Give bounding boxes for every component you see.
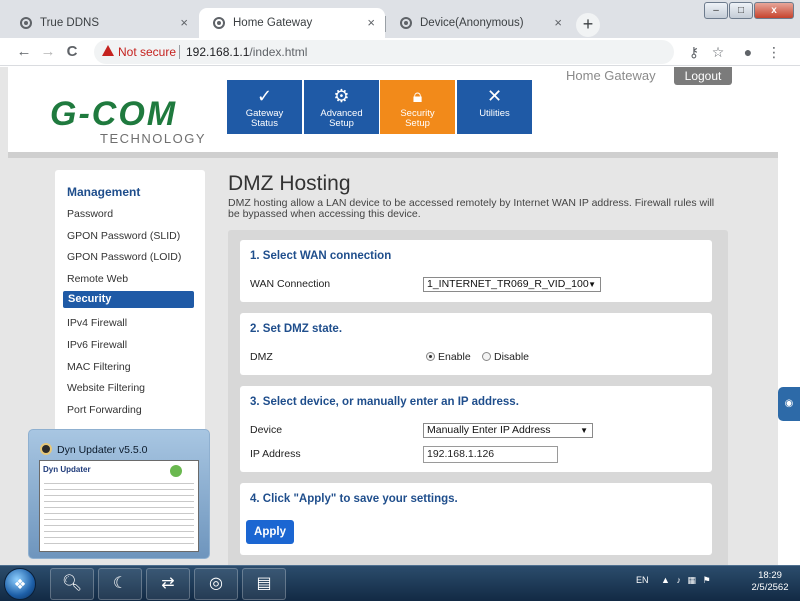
section-title: 3. Select device, or manually enter an I… (250, 396, 519, 408)
nav-advanced-setup[interactable]: ⚙ Advanced Setup (304, 80, 379, 134)
chevron-down-icon: ▼ (588, 280, 596, 289)
dmz-disable-radio[interactable]: Disable (482, 351, 529, 363)
side-widget-tab[interactable]: ◉ (778, 387, 800, 421)
section-title: 2. Set DMZ state. (250, 323, 343, 335)
flag-icon[interactable]: ⚑ (703, 575, 711, 585)
check-circle-icon: ✓ (256, 86, 273, 106)
menu-icon[interactable]: ⋮ (764, 42, 784, 62)
teamviewer-app-icon[interactable]: ⇄ (146, 568, 190, 600)
thumbnail-window: Dyn Updater (39, 460, 199, 552)
radio-unselected-icon (482, 352, 491, 361)
sidebar-item-security[interactable]: Security (63, 291, 194, 308)
sidebar-item-gpon-slid[interactable]: GPON Password (SLID) (67, 230, 180, 242)
thumbnail-title: Dyn Updater v5.5.0 (57, 444, 148, 456)
window-controls: – □ x (703, 2, 794, 20)
sidebar: Management Password GPON Password (SLID)… (55, 170, 205, 470)
maximize-button[interactable]: □ (729, 2, 753, 19)
thumbnail-logo: Dyn Updater (43, 465, 91, 474)
language-indicator[interactable]: EN (636, 575, 649, 585)
browser-toolbar: ← → C Not secure 192.168.1.1/index.html … (0, 38, 800, 66)
start-button[interactable]: ❖ (4, 568, 36, 600)
section-title: 1. Select WAN connection (250, 250, 392, 262)
system-tray: EN ▲ ♪ ▦ ⚑ (636, 575, 711, 586)
sidebar-item-website-filtering[interactable]: Website Filtering (67, 382, 145, 394)
nav-gateway-status[interactable]: ✓ Gateway Status (227, 80, 302, 134)
apply-card: 4. Click "Apply" to save your settings. … (240, 483, 712, 555)
tab-true-ddns[interactable]: True DDNS × (6, 8, 198, 38)
nav-utilities[interactable]: ✕ Utilities (457, 80, 532, 134)
not-secure-label[interactable]: Not secure (118, 45, 176, 59)
sidebar-item-port-forwarding[interactable]: Port Forwarding (67, 404, 142, 416)
globe-icon (20, 17, 32, 29)
app-title: Home Gateway (566, 68, 656, 83)
clock[interactable]: 18:29 2/5/2562 (744, 570, 796, 594)
wan-connection-select[interactable]: 1_INTERNET_TR069_R_VID_100 ▼ (423, 277, 601, 292)
ip-address-label: IP Address (250, 448, 301, 460)
lock-icon: 🔒︎ (412, 86, 423, 106)
address-bar[interactable]: Not secure 192.168.1.1/index.html (94, 40, 674, 64)
tab-home-gateway[interactable]: Home Gateway × (199, 8, 385, 38)
dyn-updater-app-icon[interactable]: ☾ (98, 568, 142, 600)
forward-button[interactable]: → (38, 42, 58, 62)
account-icon[interactable]: ● (738, 42, 758, 62)
nav-security-setup[interactable]: 🔒︎ Security Setup (380, 80, 455, 134)
network-icon[interactable]: ▦ (687, 575, 696, 585)
dmz-label: DMZ (250, 351, 273, 363)
page-title: DMZ Hosting (228, 172, 351, 195)
warning-icon (102, 45, 114, 56)
sidebar-item-gpon-loid[interactable]: GPON Password (LOID) (67, 251, 181, 263)
globe-icon (213, 17, 225, 29)
minimize-button[interactable]: – (704, 2, 728, 19)
logout-button[interactable]: Logout (674, 67, 732, 85)
key-icon[interactable]: ⚷ (684, 42, 704, 62)
tab-strip: True DDNS × Home Gateway × Device(Anonym… (0, 0, 800, 38)
url-text[interactable]: 192.168.1.1/index.html (186, 45, 307, 59)
radio-selected-icon (426, 352, 435, 361)
star-icon[interactable]: ☆ (708, 42, 728, 62)
gear-icon: ⚙ (333, 86, 350, 106)
chevron-down-icon: ▼ (580, 426, 588, 435)
notepad-app-icon[interactable]: ▤ (242, 568, 286, 600)
tab-device-anonymous[interactable]: Device(Anonymous) × (385, 8, 572, 38)
brand-subtitle: TECHNOLOGY (100, 131, 207, 146)
taskbar-thumbnail-preview[interactable]: Dyn Updater v5.5.0 Dyn Updater (28, 429, 210, 559)
apply-button[interactable]: Apply (246, 520, 294, 544)
device-label: Device (250, 424, 283, 436)
sidebar-item-password[interactable]: Password (67, 208, 113, 220)
taskbar: ❖ 🔍︎ ☾ ⇄ ◎ ▤ EN ▲ ♪ ▦ ⚑ 18:29 2/5/2562 (0, 565, 800, 601)
tray-arrow-icon[interactable]: ▲ (661, 575, 670, 585)
wan-connection-label: WAN Connection (250, 278, 331, 290)
tools-icon: ✕ (486, 86, 503, 106)
new-tab-button[interactable]: + (576, 13, 600, 37)
section-title: 4. Click "Apply" to save your settings. (250, 493, 458, 505)
device-card: 3. Select device, or manually enter an I… (240, 386, 712, 472)
dmz-state-card: 2. Set DMZ state. DMZ Enable Disable (240, 313, 712, 375)
search-app-icon[interactable]: 🔍︎ (50, 568, 94, 600)
sidebar-item-remote-web[interactable]: Remote Web (67, 273, 128, 285)
sidebar-item-ipv6-firewall[interactable]: IPv6 Firewall (67, 339, 127, 351)
chrome-app-icon[interactable]: ◎ (194, 568, 238, 600)
sidebar-item-ipv4-firewall[interactable]: IPv4 Firewall (67, 317, 127, 329)
site-header: G-COM TECHNOLOGY Home Gateway Logout ✓ G… (8, 67, 778, 152)
brand-logo: G-COM (50, 95, 178, 133)
volume-icon[interactable]: ♪ (676, 575, 681, 585)
settings-panel: 1. Select WAN connection WAN Connection … (228, 230, 728, 565)
status-icon (170, 465, 182, 477)
close-window-button[interactable]: x (754, 2, 794, 19)
device-select[interactable]: Manually Enter IP Address ▼ (423, 423, 593, 438)
sidebar-item-mac-filtering[interactable]: MAC Filtering (67, 361, 131, 373)
sidebar-title: Management (67, 185, 141, 199)
tab-close-icon[interactable]: × (554, 8, 562, 38)
page-right-margin (778, 67, 800, 565)
tab-close-icon[interactable]: × (367, 8, 375, 38)
ip-address-input[interactable]: 192.168.1.126 (423, 446, 558, 463)
back-button[interactable]: ← (14, 42, 34, 62)
globe-icon (400, 17, 412, 29)
reload-button[interactable]: C (62, 42, 82, 62)
dyn-updater-icon (40, 443, 52, 455)
dmz-enable-radio[interactable]: Enable (426, 351, 471, 363)
page-description: DMZ hosting allow a LAN device to be acc… (228, 197, 715, 220)
tab-close-icon[interactable]: × (180, 8, 188, 38)
wan-connection-card: 1. Select WAN connection WAN Connection … (240, 240, 712, 302)
